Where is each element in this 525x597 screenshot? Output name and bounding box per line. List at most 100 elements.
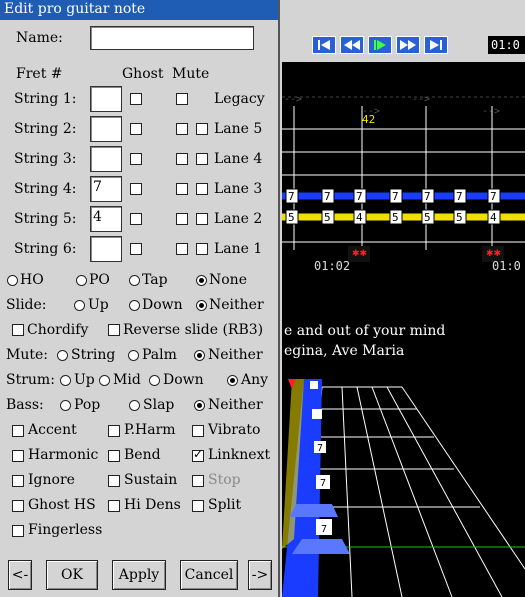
play-button[interactable] xyxy=(368,36,392,54)
seek-end-button[interactable] xyxy=(424,36,448,54)
ghost-checkbox-string-2[interactable] xyxy=(130,123,142,135)
radio-strum-mid[interactable] xyxy=(99,375,110,386)
svg-text:7: 7 xyxy=(288,190,295,203)
prev-note-button[interactable]: <- xyxy=(8,560,32,590)
hi-dens-checkbox[interactable] xyxy=(108,500,120,512)
ghost-checkbox-string-5[interactable] xyxy=(130,213,142,225)
radio-mute-neither[interactable] xyxy=(194,350,205,361)
ignore-checkbox[interactable] xyxy=(12,475,24,487)
stop-checkbox[interactable] xyxy=(192,475,204,487)
measure-number: 42 xyxy=(362,113,376,126)
svg-text:5: 5 xyxy=(424,211,431,224)
bend-checkbox[interactable] xyxy=(108,450,120,462)
sustain-checkbox[interactable] xyxy=(108,475,120,487)
fret-input-string-2[interactable] xyxy=(90,116,122,142)
fret-input-string-5[interactable]: 4 xyxy=(90,206,122,232)
svg-text:5: 5 xyxy=(392,211,399,224)
ok-button[interactable]: OK xyxy=(46,560,98,590)
apply-button[interactable]: Apply xyxy=(112,560,166,590)
lane-4-checkbox[interactable] xyxy=(196,153,208,165)
radio-mute-string[interactable] xyxy=(57,350,68,361)
radio-label: Neither xyxy=(209,297,264,313)
radio-ho[interactable] xyxy=(7,275,18,286)
ghost-checkbox-string-4[interactable] xyxy=(130,183,142,195)
harmonic-checkbox[interactable] xyxy=(12,450,24,462)
svg-text:7: 7 xyxy=(490,190,497,203)
linknext-checkbox[interactable] xyxy=(192,447,204,462)
rewind-icon xyxy=(344,40,360,50)
svg-text:-->: --> xyxy=(412,94,430,105)
flag-label: Fingerless xyxy=(28,522,103,538)
radio-strum-any[interactable] xyxy=(227,375,238,386)
radio-label: None xyxy=(209,272,247,288)
rewind-button[interactable] xyxy=(340,36,364,54)
radio-label: Up xyxy=(74,372,95,388)
radio-po[interactable] xyxy=(76,275,87,286)
chordify-checkbox[interactable] xyxy=(12,324,24,336)
lane-5-checkbox[interactable] xyxy=(196,123,208,135)
mute-checkbox-string-5[interactable] xyxy=(176,213,188,225)
fast-forward-button[interactable] xyxy=(396,36,420,54)
radio-slide-neither[interactable] xyxy=(196,300,207,311)
radio-label: PO xyxy=(89,272,110,288)
radio-slide-up[interactable] xyxy=(74,300,85,311)
svg-text:7: 7 xyxy=(392,190,399,203)
flag-label: Stop xyxy=(208,472,241,488)
lane-1-checkbox[interactable] xyxy=(196,243,208,255)
piano-roll[interactable]: --> --> --> --> 7 5 7 5 7 4 7 5 7 5 7 5 … xyxy=(282,62,525,287)
fret-input-string-4[interactable]: 7 xyxy=(90,176,122,202)
ghost-checkbox-string-3[interactable] xyxy=(130,153,142,165)
lane-2-checkbox[interactable] xyxy=(196,213,208,225)
seek-start-button[interactable] xyxy=(312,36,336,54)
ghost-hs-checkbox[interactable] xyxy=(12,500,24,512)
reverse-slide-checkbox[interactable] xyxy=(108,324,120,336)
radio-label: Up xyxy=(88,297,109,313)
radio-tap[interactable] xyxy=(129,275,140,286)
name-input[interactable] xyxy=(90,26,254,50)
radio-label: Down xyxy=(142,297,183,313)
fret-input-string-6[interactable] xyxy=(90,236,122,262)
fingerless-checkbox[interactable] xyxy=(12,525,24,537)
next-note-button[interactable]: -> xyxy=(248,560,272,590)
lane-label: Lane 1 xyxy=(214,241,263,257)
lane-3-checkbox[interactable] xyxy=(196,183,208,195)
3d-highway: 7 7 7 xyxy=(282,379,525,597)
radio-bass-pop[interactable] xyxy=(60,400,71,411)
mute-checkbox-string-2[interactable] xyxy=(176,123,188,135)
legacy-label: Legacy xyxy=(214,91,265,107)
radio-label: Pop xyxy=(74,397,101,413)
fast-forward-icon xyxy=(400,40,416,50)
vibrato-checkbox[interactable] xyxy=(192,425,204,437)
timeline-label: 01:0 xyxy=(492,259,521,273)
fret-input-string-3[interactable] xyxy=(90,146,122,172)
lyrics-panel: e and out of your mind egina, Ave Maria xyxy=(282,287,525,379)
radio-none[interactable] xyxy=(196,275,207,286)
name-label: Name: xyxy=(16,30,63,46)
fret-input-string-1[interactable] xyxy=(90,86,122,112)
lane-label: Lane 2 xyxy=(214,211,263,227)
radio-label: Mid xyxy=(113,372,141,388)
radio-strum-down[interactable] xyxy=(149,375,160,386)
radio-bass-neither[interactable] xyxy=(194,400,205,411)
seek-end-icon xyxy=(430,40,442,50)
fret-header: Fret # xyxy=(16,66,63,82)
mute-checkbox-string-6[interactable] xyxy=(176,243,188,255)
radio-bass-slap[interactable] xyxy=(129,400,140,411)
mute-checkbox-string-4[interactable] xyxy=(176,183,188,195)
flag-label: P.Harm xyxy=(124,422,176,438)
mute-checkbox-string-1[interactable] xyxy=(176,93,188,105)
play-icon xyxy=(374,40,386,50)
cancel-button[interactable]: Cancel xyxy=(180,560,238,590)
svg-text:4: 4 xyxy=(490,211,497,224)
mute-checkbox-string-3[interactable] xyxy=(176,153,188,165)
radio-mute-palm[interactable] xyxy=(128,350,139,361)
radio-strum-up[interactable] xyxy=(60,375,71,386)
ghost-checkbox-string-1[interactable] xyxy=(130,93,142,105)
radio-slide-down[interactable] xyxy=(129,300,140,311)
pharm-checkbox[interactable] xyxy=(108,425,120,437)
ghost-checkbox-string-6[interactable] xyxy=(130,243,142,255)
string-label: String 3: xyxy=(14,151,77,167)
svg-text:7: 7 xyxy=(424,190,431,203)
split-checkbox[interactable] xyxy=(192,500,204,512)
accent-checkbox[interactable] xyxy=(12,425,24,437)
